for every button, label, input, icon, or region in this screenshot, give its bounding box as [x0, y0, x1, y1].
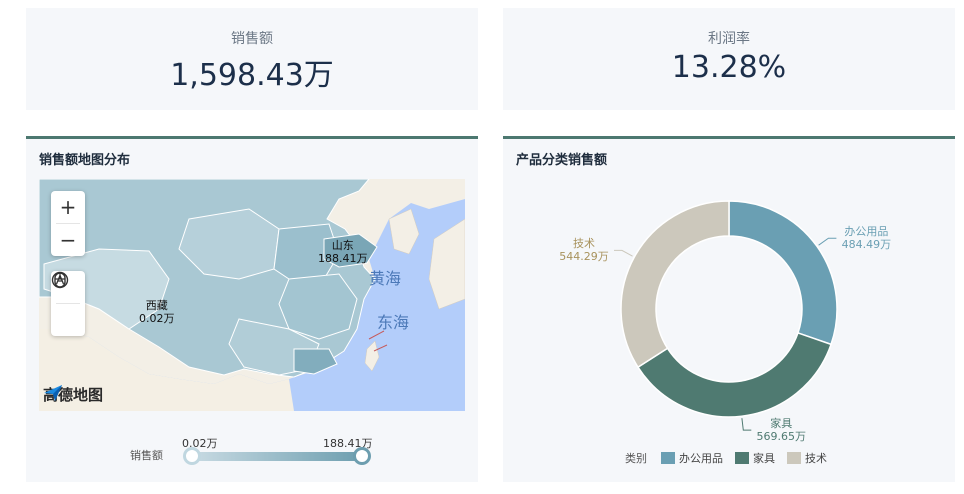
- donut-slice-furniture[interactable]: [636, 331, 832, 418]
- legend-gradient-bar: [190, 452, 362, 461]
- legend-max-handle[interactable]: [353, 447, 371, 465]
- donut-leader-office: [818, 237, 837, 246]
- sales-kpi-value: 1,598.43万: [170, 58, 334, 93]
- donut-leader-furniture: [741, 418, 752, 431]
- map-nav-control: [51, 271, 85, 336]
- profit-kpi-card: 利润率 13.28%: [503, 8, 955, 110]
- map-label-shandong-value: 188.41万: [318, 252, 368, 265]
- donut-label-name-office: 办公用品: [844, 225, 889, 239]
- map-label-shandong: 山东 188.41万: [318, 239, 368, 265]
- legend-swatch-office: [661, 452, 675, 464]
- donut-legend: 类别 办公用品 家具 技术: [503, 450, 955, 466]
- zoom-control: + −: [51, 191, 85, 256]
- category-sales-panel: 产品分类销售额 办公用品 484.49万 家具 569.65万 技术 544.29万 类别…: [503, 136, 955, 482]
- zoom-in-button[interactable]: +: [51, 191, 85, 223]
- map-region-east: [278, 273, 358, 340]
- donut-legend-title: 类别: [625, 452, 647, 465]
- donut-label-office: 办公用品 484.49万: [838, 225, 894, 251]
- sales-map-panel: 销售额地图分布 + − 山东 188.41万 西藏 0.02万 黄海 东海 高德…: [26, 136, 478, 482]
- sea-label-yellow: 黄海: [369, 269, 402, 288]
- donut-chart: 办公用品 484.49万家具 569.65万 技术 544.29万: [503, 179, 955, 449]
- amap-logo-icon: [44, 385, 62, 401]
- map-land-taiwan: [364, 340, 380, 372]
- map-label-xizang: 西藏 0.02万: [139, 299, 175, 325]
- legend-label-office: 办公用品: [679, 452, 723, 465]
- donut-slice-office[interactable]: [728, 200, 838, 346]
- map-region-guangdong: [293, 348, 338, 375]
- legend-label-tech: 技术: [805, 452, 827, 465]
- donut-svg: [613, 200, 838, 431]
- legend-swatch-tech: [787, 452, 801, 464]
- donut-label-name-tech: 技术: [572, 237, 595, 251]
- donut-label-value-tech: 544.29万: [559, 250, 609, 264]
- sales-kpi-card: 销售额 1,598.43万: [26, 8, 478, 110]
- zoom-out-button[interactable]: −: [51, 224, 85, 256]
- sea-label-east: 东海: [377, 313, 410, 332]
- donut-label-tech: 技术 544.29万: [556, 237, 612, 263]
- sales-kpi-label: 销售额: [231, 31, 273, 47]
- legend-name: 销售额: [130, 449, 163, 462]
- map-label-shandong-name: 山东: [331, 239, 354, 252]
- donut-label-furniture: 家具 569.65万: [753, 417, 809, 443]
- sales-map-title: 销售额地图分布: [39, 153, 131, 168]
- legend-label-furniture: 家具: [753, 452, 775, 465]
- map-canvas: [39, 179, 465, 411]
- legend-item-office[interactable]: 办公用品: [661, 450, 723, 466]
- donut-leader-tech: [613, 249, 633, 257]
- profit-kpi-label: 利润率: [708, 31, 750, 47]
- donut-label-value-office: 484.49万: [841, 238, 892, 252]
- donut-slice-tech[interactable]: [620, 200, 730, 369]
- profit-kpi-value: 13.28%: [671, 50, 787, 85]
- mouse-icon[interactable]: [51, 272, 85, 336]
- map-label-xizang-name: 西藏: [145, 299, 168, 312]
- legend-item-furniture[interactable]: 家具: [735, 450, 775, 466]
- donut-label-name-furniture: 家具: [770, 417, 793, 431]
- legend-swatch-furniture: [735, 452, 749, 464]
- donut-label-value-furniture: 569.65万: [756, 430, 807, 444]
- amap-logo: 高德地图: [43, 384, 103, 405]
- map-land-korea: [388, 208, 420, 255]
- sales-map[interactable]: + − 山东 188.41万 西藏 0.02万 黄海 东海 高德地图: [39, 179, 465, 411]
- map-visual-legend: 销售额 0.02万 188.41万: [26, 427, 478, 467]
- legend-item-tech[interactable]: 技术: [787, 450, 827, 466]
- map-label-xizang-value: 0.02万: [139, 312, 175, 325]
- category-sales-title: 产品分类销售额: [516, 153, 608, 168]
- legend-min-handle[interactable]: [183, 447, 201, 465]
- map-land-japan: [428, 218, 465, 310]
